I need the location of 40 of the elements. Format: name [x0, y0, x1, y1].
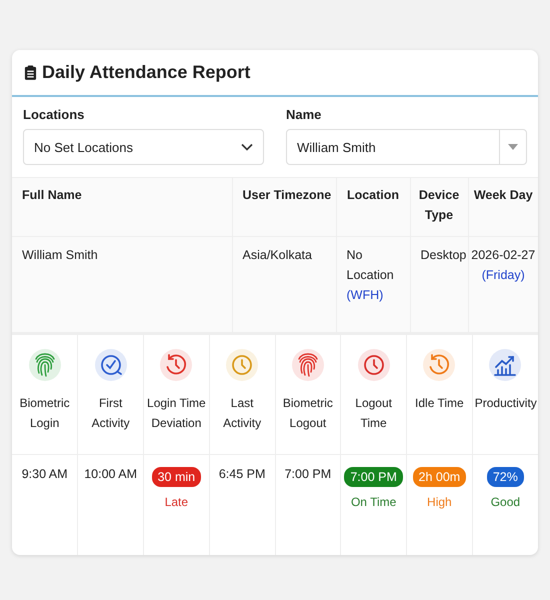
metric-value: 7:00 PM	[284, 467, 332, 481]
report-title: Daily Attendance Report	[42, 62, 250, 83]
metric-label: First Activity	[90, 395, 131, 432]
name-combobox[interactable]: William Smith	[286, 129, 527, 165]
table-cell: Desktop	[410, 236, 468, 332]
filter-label: Locations	[23, 107, 84, 122]
status-text: On Time	[350, 495, 396, 509]
metric-value: 9:30 AM	[22, 467, 68, 481]
filter-label: Name	[286, 107, 322, 122]
column-header: Device Type	[410, 178, 468, 236]
column-header: Full Name	[12, 178, 232, 236]
table-cell-text: No Location	[346, 247, 395, 284]
metric-value: 6:45 PM	[218, 467, 266, 481]
metric-label: Login Time Deviation	[146, 395, 207, 432]
caret-icon	[508, 144, 518, 150]
column-header: Location	[336, 178, 410, 236]
metric-label: Logout Time	[354, 395, 393, 432]
clipboard-icon	[24, 65, 37, 80]
table-cell: William Smith	[12, 236, 232, 332]
metric-label: Productivity	[474, 395, 537, 412]
status-text: Late	[164, 495, 188, 509]
column-header: User Timezone	[232, 178, 336, 236]
metric-badge: 2h 00m	[412, 467, 466, 487]
metric-badge: 72%	[486, 467, 524, 487]
wfh-link[interactable]: (WFH)	[346, 285, 384, 305]
status-text: Good	[490, 495, 520, 509]
metric-value: 10:00 AM	[84, 467, 138, 481]
metric-label: Biometric Logout	[282, 395, 334, 432]
weekday-link[interactable]: (Friday)	[482, 265, 525, 285]
column-header: Week Day	[468, 178, 538, 236]
metric-label: Biometric Login	[18, 395, 71, 432]
chevron-down-icon	[241, 143, 253, 151]
metric-badge: 7:00 PM	[344, 467, 403, 487]
status-text: High	[427, 495, 452, 509]
location-select[interactable]: No Set Locations	[23, 129, 264, 165]
metric-badge: 30 min	[152, 467, 202, 487]
metric-label: Last Activity	[222, 395, 262, 432]
table-cell-text: 2026-02-27	[470, 247, 536, 264]
table-cell: Asia/Kolkata	[232, 236, 336, 332]
metric-label: Idle Time	[415, 395, 464, 412]
